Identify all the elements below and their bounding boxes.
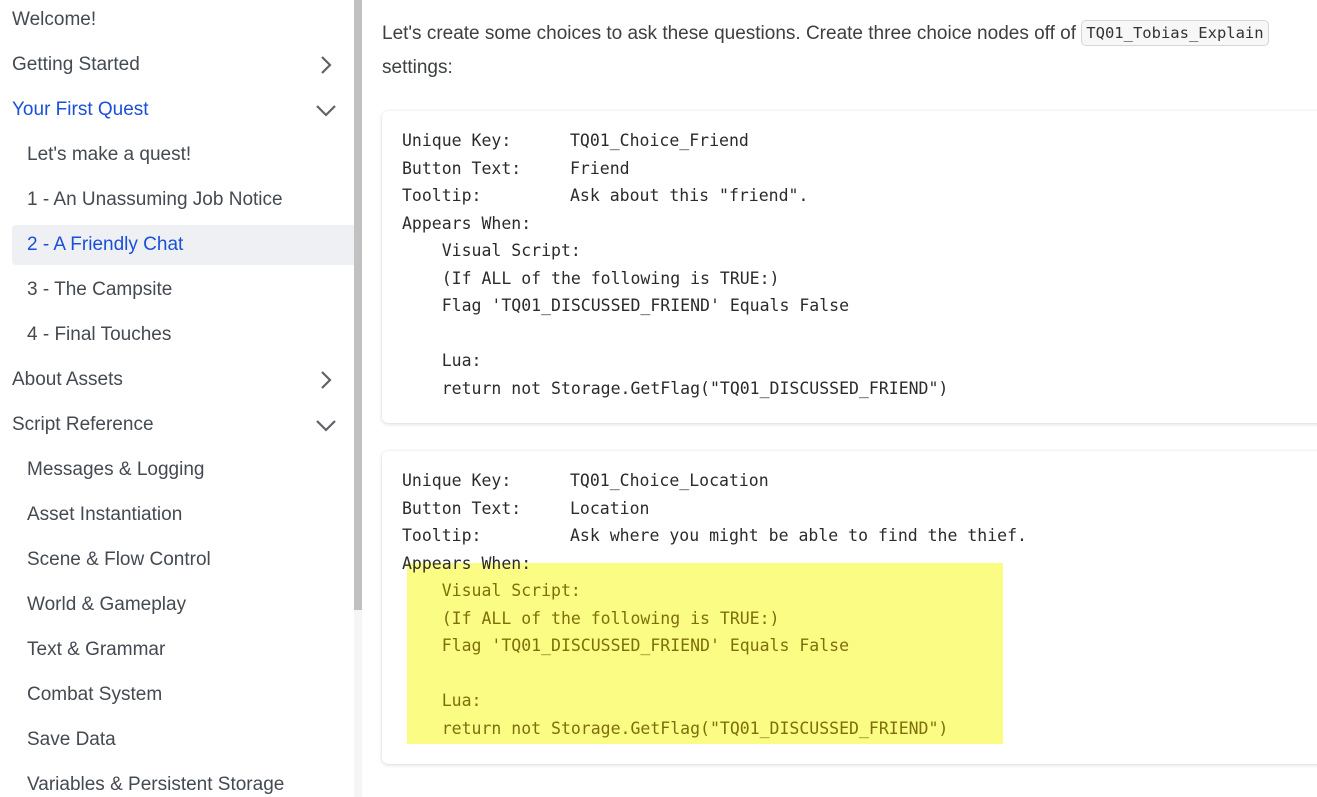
- sidebar-item[interactable]: Getting Started: [0, 45, 354, 85]
- code-line-value: Location: [570, 498, 650, 518]
- sidebar-item-label: 4 - Final Touches: [27, 324, 172, 345]
- code-line-key: Button Text:: [402, 158, 522, 178]
- code-line-key: (If ALL of the following is TRUE:): [402, 268, 780, 288]
- code-line-key: Visual Script:: [402, 241, 581, 260]
- code-line-key: Tooltip:: [402, 526, 482, 545]
- sidebar-item-label: Combat System: [27, 684, 163, 705]
- code-line-key: Flag 'TQ01_DISCUSSED_FRIEND' Equals Fals…: [402, 636, 850, 655]
- code-line-key: (If ALL of the following is TRUE:): [402, 608, 780, 628]
- code-line-key: return not Storage.GetFlag("TQ01_DISCUSS…: [402, 378, 949, 398]
- code-block-location: Unique Key: TQ01_Choice_Location Button Te…: [382, 451, 1317, 764]
- code-line: Tooltip: Ask about this "friend".: [402, 182, 808, 209]
- sidebar-item-label: Script Reference: [12, 414, 154, 435]
- chevron-right-icon[interactable]: [314, 360, 338, 400]
- code-line-value: Ask about this "friend".: [570, 186, 809, 205]
- sidebar-item[interactable]: Save Data: [0, 720, 354, 760]
- code-line: Visual Script:: [402, 577, 581, 604]
- code-line: return not Storage.GetFlag("TQ01_DISCUSS…: [402, 375, 949, 402]
- intro-paragraph: Let's create some choices to ask these q…: [382, 20, 1269, 46]
- sidebar-item[interactable]: About Assets: [0, 360, 354, 400]
- code-line-key: return not Storage.GetFlag("TQ01_DISCUSS…: [402, 718, 949, 738]
- sidebar-item-label: Save Data: [27, 729, 116, 750]
- sidebar-item-label: Welcome!: [12, 9, 97, 30]
- sidebar-scrollbar-thumb[interactable]: [354, 0, 362, 610]
- code-line: Tooltip: Ask where you might be able to f…: [402, 522, 1027, 549]
- sidebar-item[interactable]: World & Gameplay: [0, 585, 354, 625]
- code-line-value: Friend: [570, 158, 630, 178]
- code-line-key: Visual Script:: [402, 581, 581, 600]
- sidebar-item-label: World & Gameplay: [27, 594, 187, 615]
- code-line: Lua:: [402, 347, 482, 374]
- sidebar-item-label: 2 - A Friendly Chat: [27, 234, 184, 255]
- sidebar-item-label: 1 - An Unassuming Job Notice: [27, 189, 283, 210]
- code-line: (If ALL of the following is TRUE:): [402, 605, 780, 632]
- code-block-friend: Unique Key: TQ01_Choice_Friend Button Text…: [382, 111, 1317, 423]
- code-line: Unique Key: TQ01_Choice_Location: [402, 467, 769, 494]
- code-line: return not Storage.GetFlag("TQ01_DISCUSS…: [402, 715, 949, 742]
- code-line: Visual Script:: [402, 237, 581, 264]
- code-line: Flag 'TQ01_DISCUSSED_FRIEND' Equals Fals…: [402, 632, 849, 659]
- sidebar-item-label: 3 - The Campsite: [27, 279, 173, 300]
- code-line: Lua:: [402, 687, 482, 714]
- sidebar-item[interactable]: 2 - A Friendly Chat: [12, 225, 354, 265]
- sidebar-item[interactable]: Messages & Logging: [0, 450, 354, 490]
- chevron-down-icon[interactable]: [314, 90, 338, 130]
- chevron-down-icon[interactable]: [314, 405, 338, 445]
- sidebar-item[interactable]: 4 - Final Touches: [0, 315, 354, 355]
- code-line-value: Ask where you might be able to find the …: [570, 526, 1027, 545]
- code-line: Button Text: Friend: [402, 155, 630, 182]
- code-line: Appears When:: [402, 210, 531, 237]
- sidebar-item-label: Asset Instantiation: [27, 504, 183, 525]
- code-line-key: Unique Key:: [402, 471, 512, 490]
- code-line: (If ALL of the following is TRUE:): [402, 265, 780, 292]
- code-line-key: Button Text:: [402, 498, 522, 518]
- chevron-right-icon[interactable]: [314, 45, 338, 85]
- sidebar-item-label: Variables & Persistent Storage: [27, 774, 285, 795]
- intro-text: Let's create some choices to ask these q…: [382, 23, 1082, 44]
- sidebar-item[interactable]: Combat System: [0, 675, 354, 715]
- code-line: Flag 'TQ01_DISCUSSED_FRIEND' Equals Fals…: [402, 292, 849, 319]
- sidebar-item[interactable]: Text & Grammar: [0, 630, 354, 670]
- sidebar-item-label: Getting Started: [12, 54, 140, 75]
- code-line-key: Appears When:: [402, 213, 532, 233]
- main-content: Let's create some choices to ask these q…: [362, 0, 1317, 797]
- sidebar-item[interactable]: Variables & Persistent Storage: [0, 765, 354, 797]
- code-line: Unique Key: TQ01_Choice_Friend: [402, 127, 749, 154]
- code-line: Appears When:: [402, 550, 531, 577]
- intro-paragraph-continued: settings:: [382, 57, 453, 78]
- sidebar-item-label: Scene & Flow Control: [27, 549, 211, 570]
- code-line-key: Unique Key:: [402, 131, 512, 150]
- code-line: Button Text: Location: [402, 495, 649, 522]
- sidebar-item-label: Messages & Logging: [27, 459, 205, 480]
- sidebar-item-label: Your First Quest: [12, 99, 149, 120]
- sidebar-item[interactable]: Asset Instantiation: [0, 495, 354, 535]
- code-line-key: Appears When:: [402, 553, 532, 573]
- code-line-key: Flag 'TQ01_DISCUSSED_FRIEND' Equals Fals…: [402, 296, 850, 315]
- sidebar-item-label: About Assets: [12, 369, 123, 390]
- sidebar-item[interactable]: Let's make a quest!: [0, 135, 354, 175]
- sidebar-item-label: Text & Grammar: [27, 639, 166, 660]
- sidebar-item[interactable]: Welcome!: [0, 0, 354, 40]
- sidebar-nav: Welcome! Getting Started Your First Quest L…: [0, 0, 354, 797]
- code-line-key: Lua:: [402, 351, 482, 370]
- inline-code-node-name: TQ01_Tobias_Explain: [1081, 20, 1269, 46]
- code-line-value: TQ01_Choice_Location: [570, 471, 769, 490]
- code-line-value: TQ01_Choice_Friend: [570, 131, 749, 150]
- sidebar-item-label: Let's make a quest!: [27, 144, 192, 165]
- sidebar-item[interactable]: Your First Quest: [0, 90, 354, 130]
- sidebar-item[interactable]: 3 - The Campsite: [0, 270, 354, 310]
- sidebar-item[interactable]: 1 - An Unassuming Job Notice: [0, 180, 354, 220]
- sidebar-item[interactable]: Script Reference: [0, 405, 354, 445]
- code-line-key: Lua:: [402, 691, 482, 710]
- sidebar-item[interactable]: Scene & Flow Control: [0, 540, 354, 580]
- code-line-key: Tooltip:: [402, 186, 482, 205]
